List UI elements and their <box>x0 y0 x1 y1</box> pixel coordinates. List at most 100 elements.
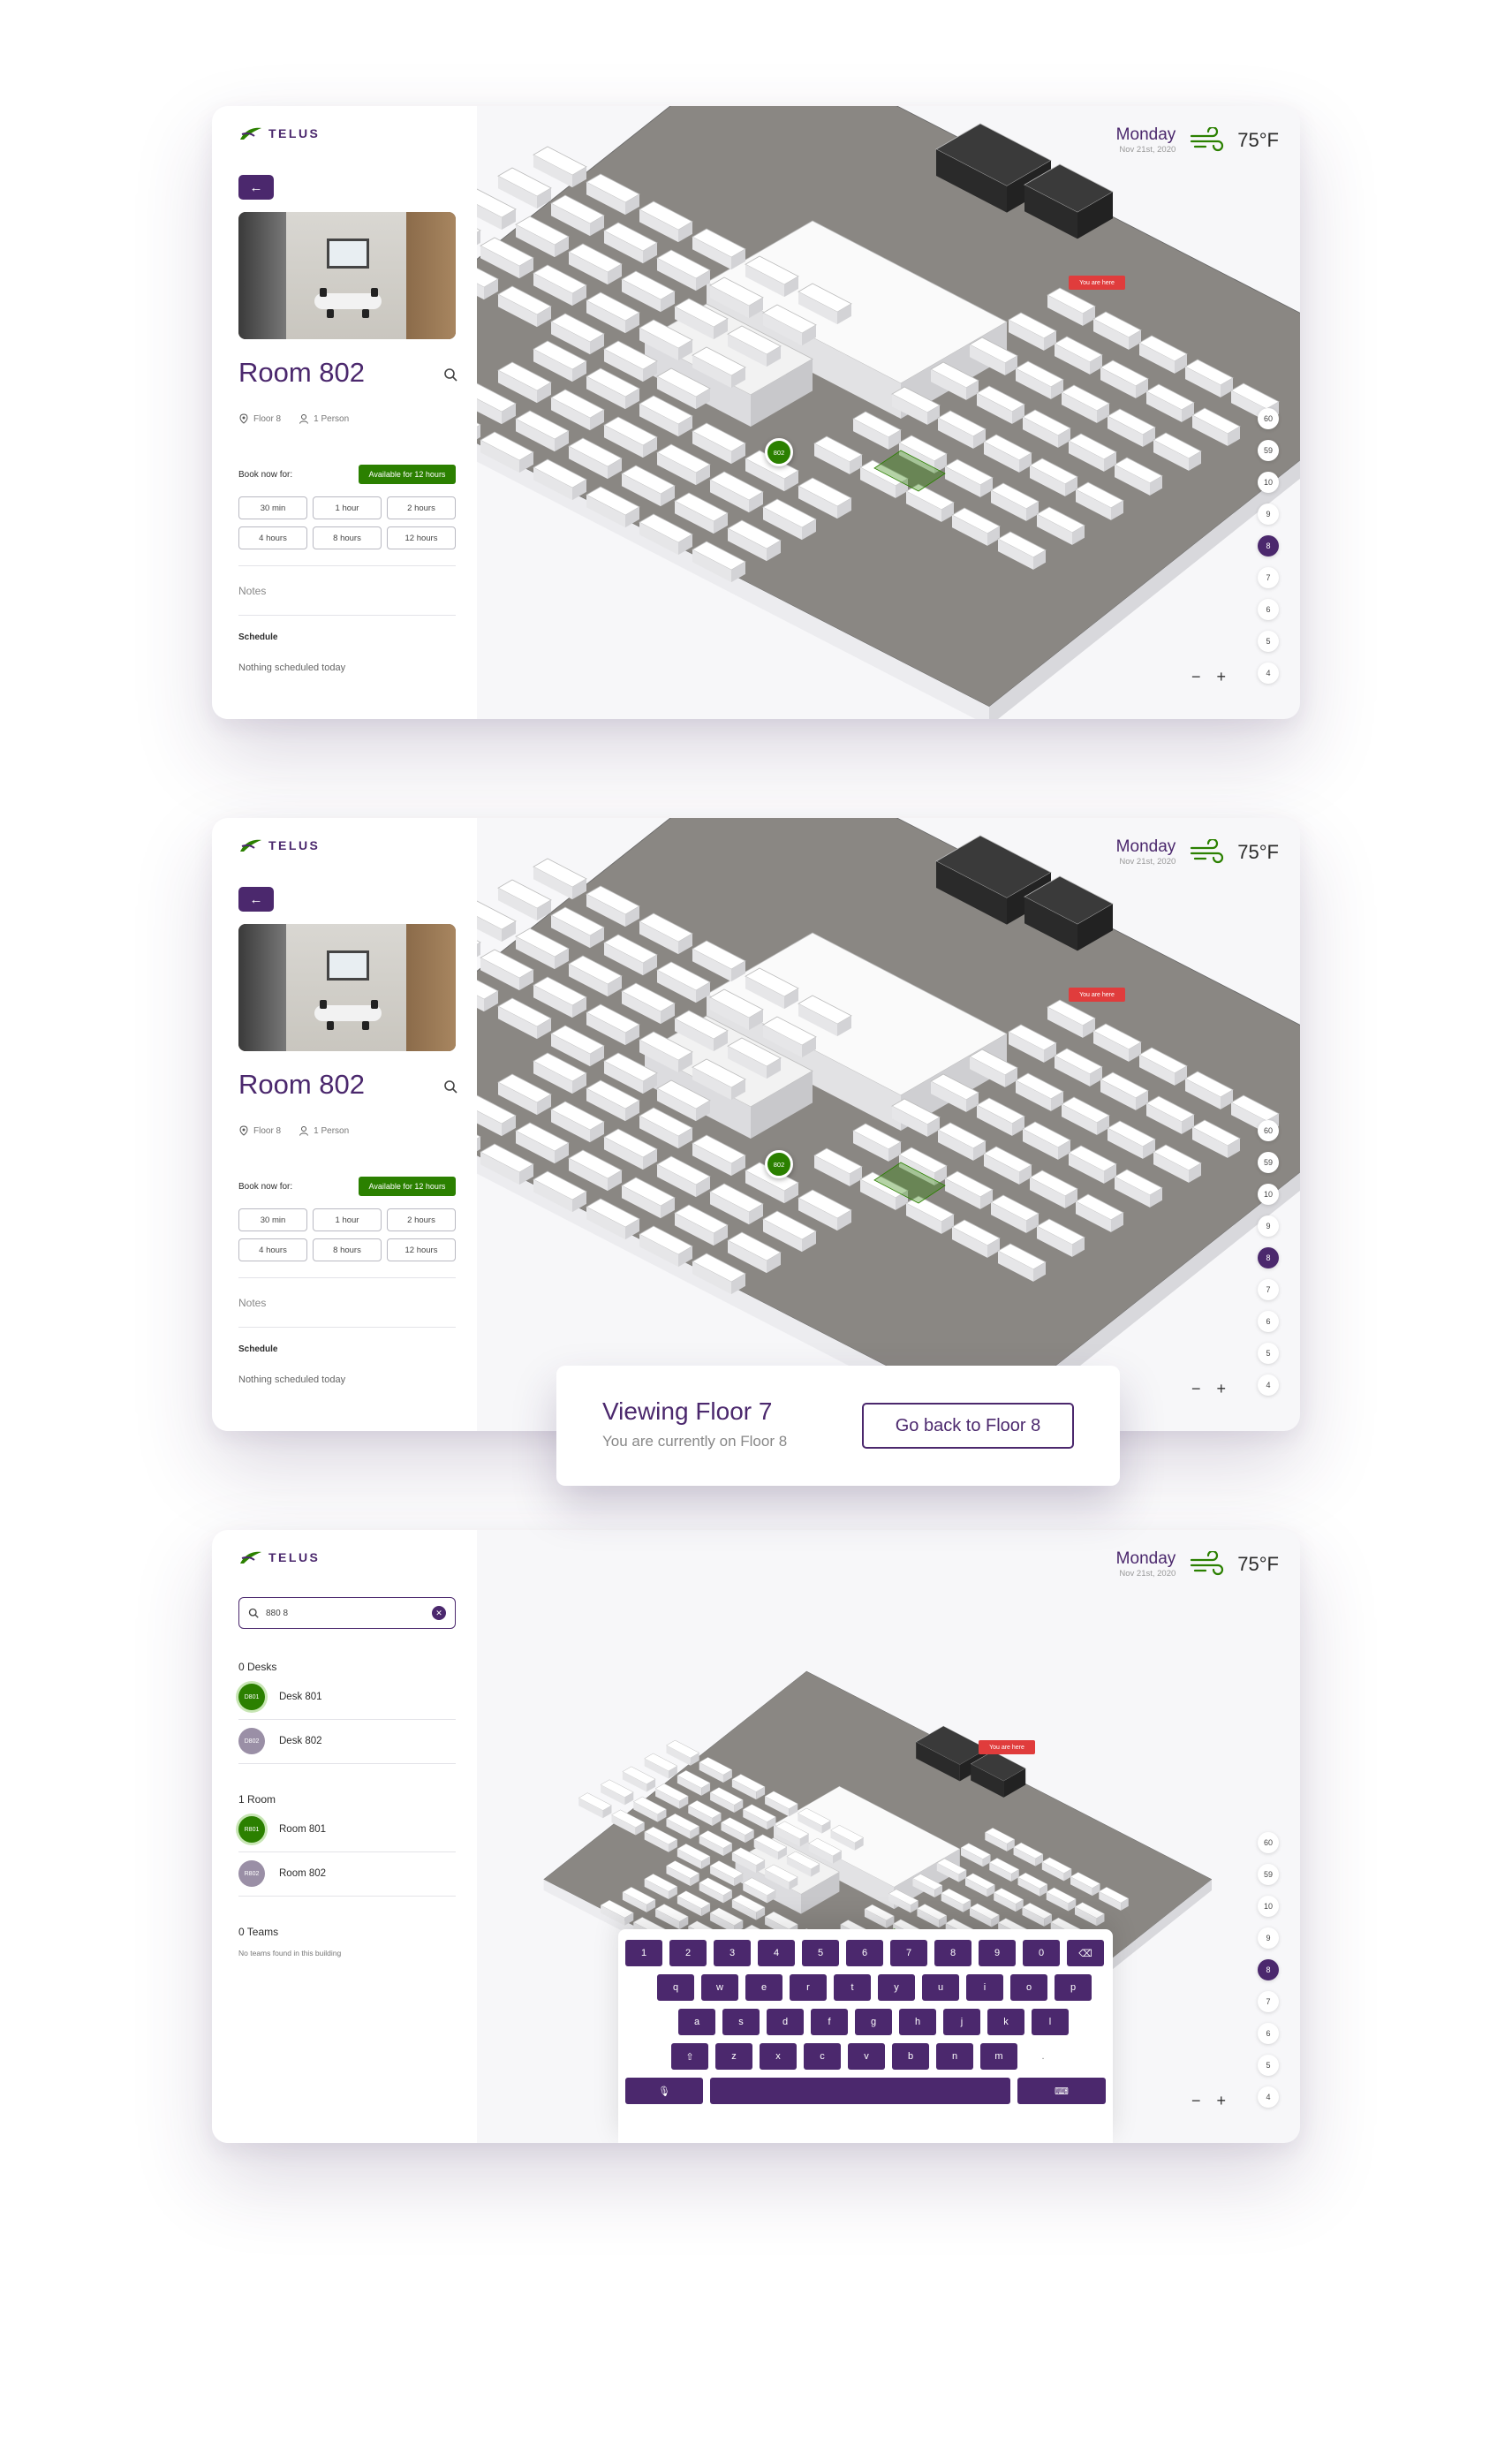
duration-1hour-button[interactable]: 1 hour <box>313 1208 382 1231</box>
list-item[interactable]: R802 Room 802 <box>238 1860 326 1887</box>
key-o[interactable]: o <box>1010 1974 1047 2001</box>
floor-5-button[interactable]: 5 <box>1258 631 1279 652</box>
key-k[interactable]: k <box>987 2009 1024 2035</box>
zoom-out-button[interactable]: − <box>1191 2092 1201 2110</box>
floor-5-button[interactable]: 5 <box>1258 2055 1279 2076</box>
duration-8hours-button[interactable]: 8 hours <box>313 526 382 549</box>
key-j[interactable]: j <box>943 2009 980 2035</box>
go-back-button[interactable]: Go back to Floor 8 <box>862 1403 1074 1449</box>
key-5[interactable]: 5 <box>802 1940 839 1966</box>
floor-4-button[interactable]: 4 <box>1258 663 1279 684</box>
zoom-out-button[interactable]: − <box>1191 668 1201 686</box>
floor-59-button[interactable]: 59 <box>1258 1152 1279 1173</box>
back-button[interactable]: ← <box>238 175 274 200</box>
floor-9-button[interactable]: 9 <box>1258 504 1279 525</box>
key-z[interactable]: z <box>715 2043 752 2070</box>
duration-1hour-button[interactable]: 1 hour <box>313 496 382 519</box>
key-g[interactable]: g <box>855 2009 892 2035</box>
key-2[interactable]: 2 <box>669 1940 707 1966</box>
zoom-in-button[interactable]: + <box>1216 668 1226 686</box>
notes-field[interactable]: Notes <box>238 1297 266 1309</box>
key-a[interactable]: a <box>678 2009 715 2035</box>
key-h[interactable]: h <box>899 2009 936 2035</box>
clear-search-icon[interactable]: ✕ <box>432 1606 446 1620</box>
key-q[interactable]: q <box>657 1974 694 2001</box>
duration-2hours-button[interactable]: 2 hours <box>387 496 456 519</box>
duration-30min-button[interactable]: 30 min <box>238 1208 307 1231</box>
duration-12hours-button[interactable]: 12 hours <box>387 526 456 549</box>
key-d[interactable]: d <box>767 2009 804 2035</box>
floor-map[interactable] <box>477 106 1300 719</box>
key-m[interactable]: m <box>980 2043 1017 2070</box>
duration-30min-button[interactable]: 30 min <box>238 496 307 519</box>
floor-9-button[interactable]: 9 <box>1258 1215 1279 1237</box>
search-input[interactable]: 880 8 ✕ <box>238 1597 456 1629</box>
key-f[interactable]: f <box>811 2009 848 2035</box>
floor-10-button[interactable]: 10 <box>1258 472 1279 493</box>
period-key[interactable]: . <box>1024 2043 1062 2070</box>
key-0[interactable]: 0 <box>1023 1940 1060 1966</box>
key-t[interactable]: t <box>834 1974 871 2001</box>
duration-4hours-button[interactable]: 4 hours <box>238 1238 307 1261</box>
key-e[interactable]: e <box>745 1974 782 2001</box>
key-s[interactable]: s <box>722 2009 760 2035</box>
key-i[interactable]: i <box>966 1974 1003 2001</box>
zoom-in-button[interactable]: + <box>1216 2092 1226 2110</box>
floor-6-button[interactable]: 6 <box>1258 2023 1279 2044</box>
floor-9-button[interactable]: 9 <box>1258 1927 1279 1949</box>
key-l[interactable]: l <box>1032 2009 1069 2035</box>
floor-7-button[interactable]: 7 <box>1258 1991 1279 2012</box>
list-item[interactable]: D802 Desk 802 <box>238 1728 322 1754</box>
key-6[interactable]: 6 <box>846 1940 883 1966</box>
backspace-key[interactable]: ⌫ <box>1067 1940 1104 1966</box>
room-pin-802[interactable]: 802 <box>765 1150 793 1178</box>
zoom-in-button[interactable]: + <box>1216 1380 1226 1398</box>
key-c[interactable]: c <box>804 2043 841 2070</box>
floor-8-button[interactable]: 8 <box>1258 1247 1279 1268</box>
duration-8hours-button[interactable]: 8 hours <box>313 1238 382 1261</box>
floor-map[interactable] <box>477 818 1300 1431</box>
mic-key[interactable]: 🎙 <box>625 2078 703 2104</box>
key-n[interactable]: n <box>936 2043 973 2070</box>
key-3[interactable]: 3 <box>714 1940 751 1966</box>
key-8[interactable]: 8 <box>934 1940 971 1966</box>
floor-60-button[interactable]: 60 <box>1258 1832 1279 1853</box>
floor-10-button[interactable]: 10 <box>1258 1896 1279 1917</box>
shift-key[interactable]: ⇧ <box>671 2043 708 2070</box>
floor-6-button[interactable]: 6 <box>1258 599 1279 620</box>
key-p[interactable]: p <box>1055 1974 1092 2001</box>
floor-60-button[interactable]: 60 <box>1258 1120 1279 1141</box>
key-9[interactable]: 9 <box>979 1940 1016 1966</box>
key-r[interactable]: r <box>790 1974 827 2001</box>
floor-7-button[interactable]: 7 <box>1258 1279 1279 1300</box>
zoom-out-button[interactable]: − <box>1191 1380 1201 1398</box>
notes-field[interactable]: Notes <box>238 585 266 597</box>
key-w[interactable]: w <box>701 1974 738 2001</box>
floor-5-button[interactable]: 5 <box>1258 1343 1279 1364</box>
floor-4-button[interactable]: 4 <box>1258 1374 1279 1396</box>
key-v[interactable]: v <box>848 2043 885 2070</box>
list-item[interactable]: R801 Room 801 <box>238 1816 326 1843</box>
floor-6-button[interactable]: 6 <box>1258 1311 1279 1332</box>
search-icon[interactable] <box>443 1079 457 1094</box>
duration-2hours-button[interactable]: 2 hours <box>387 1208 456 1231</box>
floor-59-button[interactable]: 59 <box>1258 1864 1279 1885</box>
list-item[interactable]: D801 Desk 801 <box>238 1684 322 1710</box>
floor-8-button[interactable]: 8 <box>1258 1959 1279 1980</box>
duration-12hours-button[interactable]: 12 hours <box>387 1238 456 1261</box>
back-button[interactable]: ← <box>238 887 274 912</box>
key-4[interactable]: 4 <box>758 1940 795 1966</box>
floor-8-button[interactable]: 8 <box>1258 535 1279 557</box>
key-1[interactable]: 1 <box>625 1940 662 1966</box>
floor-7-button[interactable]: 7 <box>1258 567 1279 588</box>
key-u[interactable]: u <box>922 1974 959 2001</box>
floor-4-button[interactable]: 4 <box>1258 2086 1279 2108</box>
floor-59-button[interactable]: 59 <box>1258 440 1279 461</box>
key-x[interactable]: x <box>760 2043 797 2070</box>
key-7[interactable]: 7 <box>890 1940 927 1966</box>
hide-keyboard-key[interactable]: ⌨ <box>1017 2078 1106 2104</box>
floor-10-button[interactable]: 10 <box>1258 1184 1279 1205</box>
key-b[interactable]: b <box>892 2043 929 2070</box>
key-y[interactable]: y <box>878 1974 915 2001</box>
room-pin-802[interactable]: 802 <box>765 438 793 466</box>
